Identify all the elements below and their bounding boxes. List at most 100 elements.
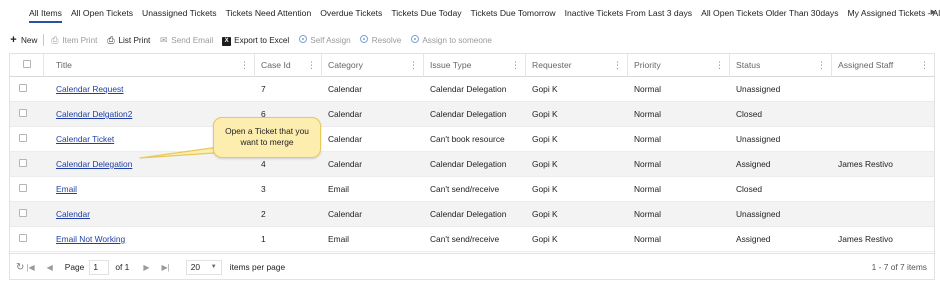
priority-cell: Normal — [634, 184, 661, 194]
category-cell: Email — [328, 184, 349, 194]
column-menu-icon[interactable]: ⋮ — [409, 54, 418, 77]
priority-cell: Normal — [634, 234, 661, 244]
row-checkbox[interactable] — [19, 109, 27, 117]
column-header-priority[interactable]: Priority ⋮ — [628, 54, 730, 77]
page-count-label: of 1 — [115, 262, 130, 272]
table-row[interactable]: Calendar Ticket 5 Calendar Can't book re… — [10, 127, 934, 152]
column-header-issue-type[interactable]: Issue Type ⋮ — [424, 54, 526, 77]
pager: ↻ |◀ ◀ Page 1 of 1 ▶ ▶| 20 ▼ items per p… — [10, 253, 934, 280]
category-cell: Email — [328, 234, 349, 244]
first-page-icon[interactable]: |◀ — [26, 263, 34, 272]
ticket-title-link[interactable]: Calendar Delgation2 — [56, 102, 132, 127]
ticket-title-link[interactable]: Calendar Ticket — [56, 127, 114, 152]
column-header-assigned-staff[interactable]: Assigned Staff ⋮ — [832, 54, 934, 77]
column-header-category[interactable]: Category ⋮ — [322, 54, 424, 77]
ticket-title-link[interactable]: Calendar Delegation — [56, 152, 132, 177]
column-header-label: Assigned Staff — [838, 60, 894, 70]
select-all-checkbox[interactable] — [22, 60, 31, 68]
resolve-button[interactable]: Resolve — [360, 35, 401, 45]
pager-summary: 1 - 7 of 7 items — [871, 262, 927, 272]
table-row[interactable]: Calendar Request 7 Calendar Calendar Del… — [10, 77, 934, 102]
toolbar-divider — [43, 34, 45, 46]
self-assign-label: Self Assign — [310, 35, 351, 45]
column-menu-icon[interactable]: ⋮ — [715, 54, 724, 77]
column-header-label: Title — [56, 60, 72, 70]
callout-bubble: Open a Ticket that you want to merge — [213, 117, 321, 158]
chevron-down-icon: ▼ — [210, 263, 217, 270]
status-cell: Assigned — [736, 159, 771, 169]
page-size-select[interactable]: 20 ▼ — [185, 259, 222, 275]
row-select-cell — [19, 152, 27, 177]
requester-cell: Gopi K — [532, 109, 558, 119]
row-checkbox[interactable] — [19, 84, 27, 92]
ticket-title-link[interactable]: Email Not Working — [56, 227, 125, 252]
select-all-cell — [10, 54, 44, 77]
tab-tickets-need-attention[interactable]: Tickets Need Attention — [226, 0, 312, 26]
row-checkbox[interactable] — [19, 209, 27, 217]
column-header-label: Status — [736, 60, 761, 70]
ticket-title-link[interactable]: Calendar Request — [56, 77, 124, 102]
prev-page-icon[interactable]: ◀ — [47, 263, 53, 272]
refresh-icon[interactable]: ↻ — [16, 262, 24, 273]
page-number-input[interactable]: 1 — [89, 259, 110, 275]
table-row[interactable]: Email 3 Email Can't send/receive Gopi K … — [10, 177, 934, 202]
status-cell: Closed — [736, 109, 763, 119]
export-excel-button[interactable]: X Export to Excel — [222, 34, 289, 46]
excel-icon: X — [222, 34, 232, 46]
next-page-icon[interactable]: ▶ — [143, 263, 149, 272]
tabs-scroll-right-icon[interactable]: ▶ — [931, 8, 936, 16]
tab-all-open-tickets[interactable]: All Open Tickets — [71, 0, 133, 26]
tab-open-older-30days[interactable]: All Open Tickets Older Than 30days — [701, 0, 838, 26]
row-checkbox[interactable] — [19, 159, 27, 167]
tab-inactive-tickets[interactable]: Inactive Tickets From Last 3 days — [565, 0, 693, 26]
self-assign-icon — [298, 35, 307, 45]
priority-cell: Normal — [634, 159, 661, 169]
column-header-status[interactable]: Status ⋮ — [730, 54, 832, 77]
tab-tickets-due-today[interactable]: Tickets Due Today — [391, 0, 461, 26]
column-menu-icon[interactable]: ⋮ — [511, 54, 520, 77]
row-checkbox[interactable] — [19, 234, 27, 242]
column-header-case-id[interactable]: Case Id ⋮ — [255, 54, 322, 77]
issue-type-cell: Calendar Delegation — [430, 159, 507, 169]
issue-type-cell: Calendar Delegation — [430, 84, 507, 94]
case-id-cell: 7 — [261, 84, 266, 94]
column-menu-icon[interactable]: ⋮ — [920, 54, 929, 77]
column-header-requester[interactable]: Requester ⋮ — [526, 54, 628, 77]
requester-cell: Gopi K — [532, 84, 558, 94]
column-header-label: Category — [328, 60, 363, 70]
tab-my-assigned-tickets[interactable]: My Assigned Tickets - All — [848, 0, 940, 26]
table-row[interactable]: Calendar Delgation2 6 Calendar Calendar … — [10, 102, 934, 127]
column-header-title[interactable]: Title ⋮ — [44, 54, 255, 77]
tab-all-items[interactable]: All Items — [29, 0, 62, 26]
ticket-title-link[interactable]: Email — [56, 177, 77, 202]
ticket-title-link[interactable]: Calendar — [56, 202, 90, 227]
last-page-icon[interactable]: ▶| — [161, 263, 169, 272]
assign-to-someone-button[interactable]: Assign to someone — [410, 35, 492, 45]
row-checkbox[interactable] — [19, 134, 27, 142]
self-assign-button[interactable]: Self Assign — [298, 35, 351, 45]
table-row[interactable]: Email Not Working 1 Email Can't send/rec… — [10, 227, 934, 252]
tab-overdue-tickets[interactable]: Overdue Tickets — [320, 0, 382, 26]
row-checkbox[interactable] — [19, 184, 27, 192]
issue-type-cell: Calendar Delegation — [430, 209, 507, 219]
items-per-page-label: items per page — [229, 262, 286, 272]
item-print-button[interactable]: ⎙ Item Print — [50, 35, 97, 46]
column-header-label: Case Id — [261, 60, 291, 70]
tab-tickets-due-tomorrow[interactable]: Tickets Due Tomorrow — [471, 0, 556, 26]
issue-type-cell: Can't book resource — [430, 134, 505, 144]
column-menu-icon[interactable]: ⋮ — [817, 54, 826, 77]
view-tabs: All Items All Open Tickets Unassigned Ti… — [0, 0, 940, 26]
status-cell: Closed — [736, 184, 763, 194]
column-menu-icon[interactable]: ⋮ — [307, 54, 316, 77]
table-row[interactable]: Calendar 2 Calendar Calendar Delegation … — [10, 202, 934, 227]
column-menu-icon[interactable]: ⋮ — [613, 54, 622, 77]
category-cell: Calendar — [328, 134, 362, 144]
list-print-button[interactable]: ⎙ List Print — [106, 35, 150, 46]
tab-unassigned-tickets[interactable]: Unassigned Tickets — [142, 0, 217, 26]
new-button[interactable]: + New — [9, 34, 37, 46]
send-email-button[interactable]: ✉ Send Email — [159, 35, 213, 46]
column-menu-icon[interactable]: ⋮ — [240, 54, 249, 77]
table-row[interactable]: Calendar Delegation 4 Calendar Calendar … — [10, 152, 934, 177]
page-label: Page — [64, 262, 85, 272]
assign-icon — [410, 35, 419, 45]
